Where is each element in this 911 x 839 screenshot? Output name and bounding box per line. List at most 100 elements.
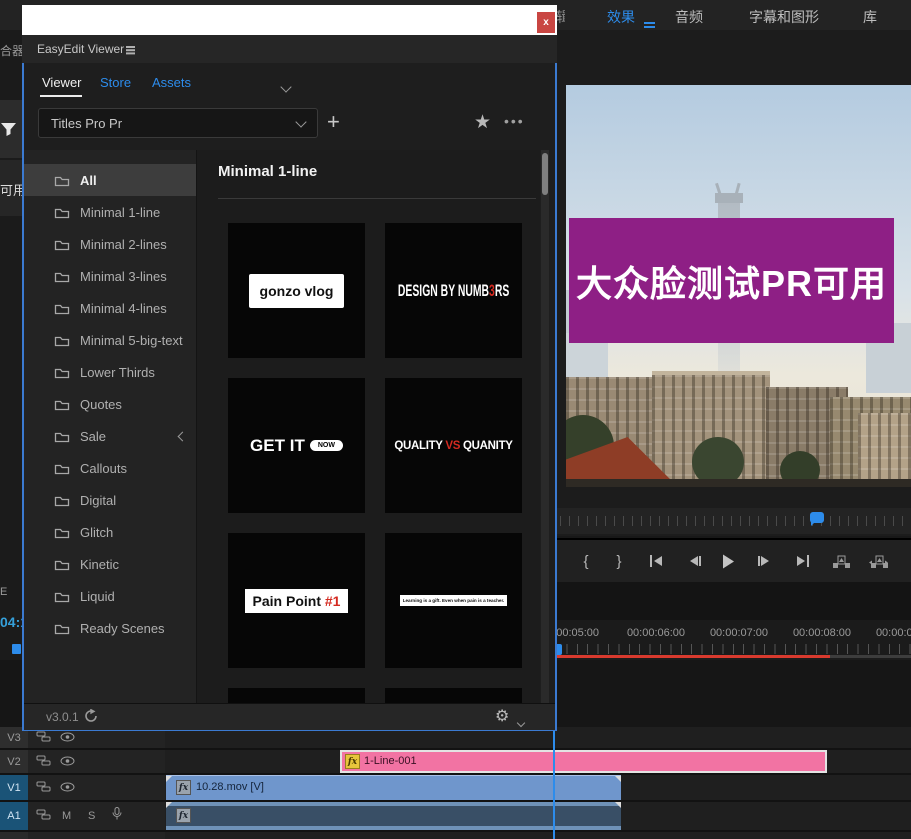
panel-title[interactable]: EasyEdit Viewer [37, 42, 124, 56]
easyedit-titlebar[interactable]: x [22, 5, 557, 36]
mark-out-button[interactable]: } [606, 548, 632, 574]
track-target-icon[interactable] [36, 729, 51, 747]
track-a1-header[interactable]: A1 M S [0, 802, 165, 830]
tab-viewer[interactable]: Viewer [42, 75, 82, 90]
workspace-tab-effects[interactable]: 效果 [607, 7, 635, 27]
category-lower-thirds[interactable]: Lower Thirds [24, 356, 196, 388]
filter-funnel-button[interactable] [0, 100, 22, 158]
ruler-timecode: 00:00:06:00 [616, 627, 696, 639]
eye-icon[interactable] [60, 753, 75, 771]
clip-1-line-001[interactable]: fx 1-Line-001 [340, 750, 827, 773]
workspace-menu-icon[interactable] [644, 11, 655, 29]
refresh-icon[interactable] [84, 709, 98, 728]
track-a2-partial [0, 832, 911, 839]
category-kinetic[interactable]: Kinetic [24, 548, 196, 580]
insert-icon-fragment [12, 644, 21, 654]
step-back-button[interactable] [681, 548, 707, 574]
eye-icon[interactable] [60, 729, 75, 747]
category-minimal-1-line[interactable]: Minimal 1-line [24, 196, 196, 228]
category-sale[interactable]: Sale [24, 420, 196, 452]
go-to-in-button[interactable] [644, 548, 670, 574]
timeline-ruler[interactable]: 00:00:05:0000:00:06:0000:00:07:0000:00:0… [556, 620, 911, 660]
workspace-tab-libraries[interactable]: 库 [863, 7, 877, 27]
go-to-out-button[interactable] [789, 548, 815, 574]
ruler-timecode: 00:00:08:00 [782, 627, 862, 639]
category-glitch[interactable]: Glitch [24, 516, 196, 548]
track-v1-header[interactable]: V1 [0, 775, 165, 800]
template-thumbnail[interactable]: Pain Point #1 [228, 533, 365, 668]
template-thumbnail[interactable]: gonzo vlog [228, 223, 365, 358]
track-v2-label[interactable]: V2 [0, 750, 28, 773]
fx-badge[interactable]: fx [176, 780, 191, 795]
track-v2-content[interactable]: fx 1-Line-001 [165, 750, 911, 773]
add-pack-button[interactable]: + [327, 109, 340, 135]
fx-badge[interactable]: fx [345, 754, 360, 769]
dropdown-chevron-icon [295, 116, 306, 127]
section-divider [218, 198, 536, 199]
template-thumbnail[interactable]: QUALITY VS QUANITY [385, 378, 522, 513]
title-overlay-text: 大众脸测试PR可用 [576, 255, 887, 307]
timecode-fragment: 04:1 [0, 614, 22, 630]
fx-badge[interactable]: fx [176, 808, 191, 823]
panel-gap [556, 582, 911, 620]
program-playhead-handle[interactable] [810, 512, 824, 523]
template-thumbnail[interactable] [385, 688, 522, 703]
settings-chevron-icon[interactable] [518, 713, 524, 731]
template-thumbnail[interactable] [228, 688, 365, 703]
scrollbar-thumb[interactable] [542, 153, 548, 195]
pack-dropdown[interactable]: Titles Pro Pr [38, 108, 318, 138]
category-minimal-3-lines[interactable]: Minimal 3-lines [24, 260, 196, 292]
funnel-icon [0, 122, 17, 137]
category-minimal-2-lines[interactable]: Minimal 2-lines [24, 228, 196, 260]
hidden-workspace-tab: 辑 [556, 7, 565, 27]
settings-gear-icon[interactable]: ⚙ [495, 706, 509, 726]
category-sidebar: AllMinimal 1-lineMinimal 2-linesMinimal … [24, 150, 196, 703]
category-quotes[interactable]: Quotes [24, 388, 196, 420]
solo-button[interactable]: S [88, 810, 95, 822]
track-v2: V2 fx 1-Line-001 [0, 750, 911, 773]
category-callouts[interactable]: Callouts [24, 452, 196, 484]
easyedit-window: x EasyEdit Viewer Viewer Store Assets Ti… [22, 5, 557, 731]
track-v2-header[interactable]: V2 [0, 750, 165, 773]
track-v1-content[interactable]: fx 10.28.mov [V] [165, 775, 911, 800]
category-minimal-5-big-text[interactable]: Minimal 5-big-text [24, 324, 196, 356]
collapse-chevron-icon[interactable] [178, 431, 188, 441]
tab-assets[interactable]: Assets [152, 75, 191, 90]
template-thumbnail[interactable]: DESIGN BY NUMB3RS [385, 223, 522, 358]
category-digital[interactable]: Digital [24, 484, 196, 516]
grid-scrollbar[interactable] [541, 150, 549, 703]
mic-icon[interactable] [112, 807, 122, 826]
track-a1-label[interactable]: A1 [0, 802, 28, 830]
track-target-icon[interactable] [36, 779, 51, 797]
play-button[interactable] [714, 548, 740, 574]
mute-button[interactable]: M [62, 810, 71, 822]
track-a1-content[interactable]: fx [165, 802, 911, 830]
eye-icon[interactable] [60, 779, 75, 797]
category-ready-scenes[interactable]: Ready Scenes [24, 612, 196, 644]
tab-store[interactable]: Store [100, 75, 131, 90]
step-forward-button[interactable] [751, 548, 777, 574]
favorites-star-icon[interactable]: ★ [474, 111, 491, 134]
close-button[interactable]: x [537, 12, 555, 33]
track-target-icon[interactable] [36, 807, 51, 825]
panel-footer: v3.0.1 ⚙ [24, 703, 555, 730]
program-time-ruler[interactable] [556, 508, 911, 534]
workspace-tab-captions-graphics[interactable]: 字幕和图形 [749, 7, 819, 27]
lift-button[interactable] [828, 548, 854, 574]
template-thumbnail[interactable]: Learning is a gift. Even when pain is a … [385, 533, 522, 668]
category-all[interactable]: All [24, 164, 196, 196]
tabs-chevron-down-icon[interactable] [282, 78, 290, 96]
category-liquid[interactable]: Liquid [24, 580, 196, 612]
template-thumbnail[interactable]: GET ITNOW [228, 378, 365, 513]
program-video-frame: 大众脸测试PR可用 [566, 85, 911, 487]
transport-bar: {} [556, 538, 911, 586]
track-v1-label[interactable]: V1 [0, 775, 28, 800]
category-minimal-4-lines[interactable]: Minimal 4-lines [24, 292, 196, 324]
more-options-icon[interactable]: ••• [504, 113, 525, 129]
mark-in-button[interactable]: { [573, 548, 599, 574]
workspace-tab-audio[interactable]: 音频 [675, 7, 703, 27]
letter-fragment: E [0, 586, 22, 598]
panel-menu-icon[interactable] [126, 46, 135, 48]
extract-button[interactable] [865, 548, 891, 574]
track-target-icon[interactable] [36, 753, 51, 771]
